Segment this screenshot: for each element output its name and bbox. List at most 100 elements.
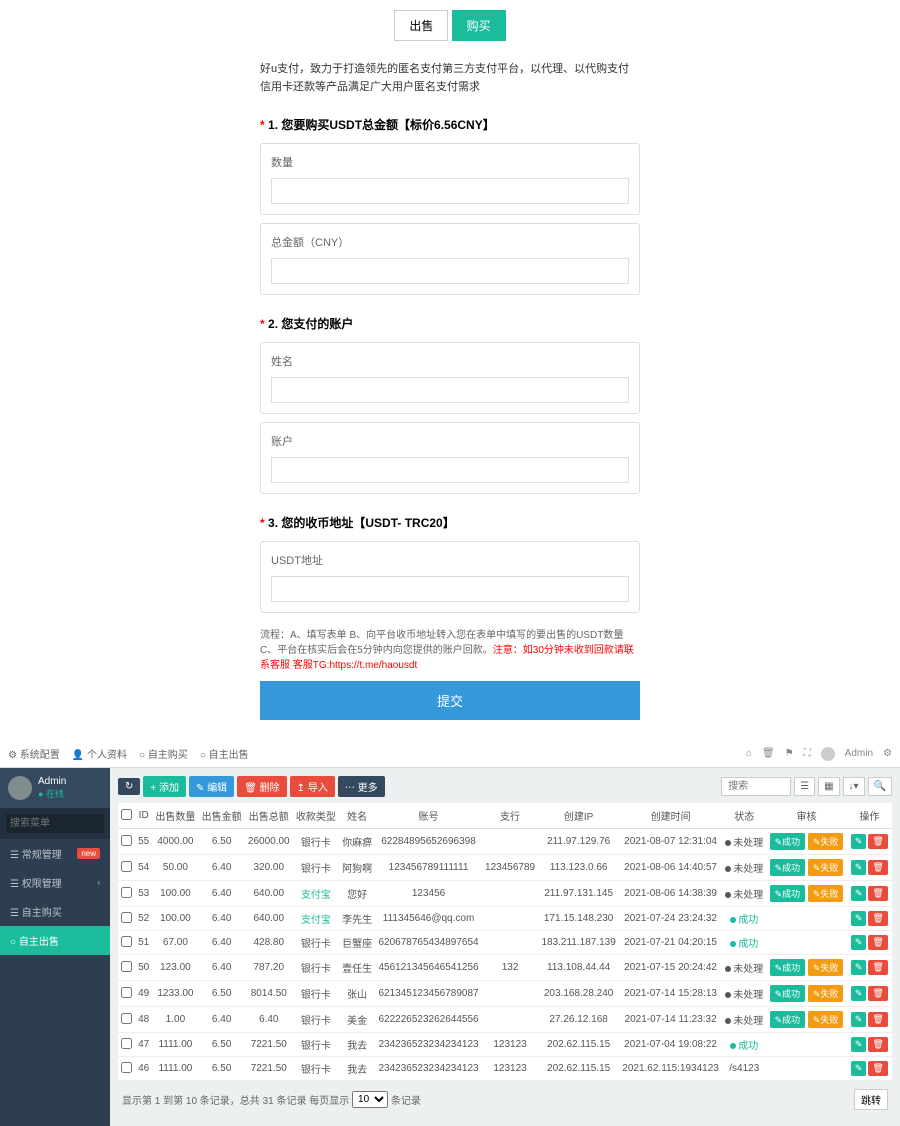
addr-input[interactable]	[271, 576, 629, 602]
row-edit[interactable]: ✎	[851, 935, 867, 950]
row-edit[interactable]: ✎	[851, 960, 867, 975]
qty-input[interactable]	[271, 178, 629, 204]
row-checkbox[interactable]	[121, 936, 132, 947]
online-status: ● 在线	[38, 787, 66, 800]
table-row: 554000.006.5026000.00银行卡你麻痹6228489565269…	[118, 829, 892, 855]
row-checkbox[interactable]	[121, 961, 132, 972]
view-grid-button[interactable]: ▦	[818, 777, 839, 796]
sidebar-item-自主出售[interactable]: ○ 自主出售	[0, 926, 110, 955]
col-header: 创建时间	[619, 803, 722, 829]
table-row: 481.006.406.40银行卡美金62222652326264455627.…	[118, 1007, 892, 1033]
row-delete[interactable]: 🗑	[868, 886, 887, 901]
amount-input[interactable]	[271, 258, 629, 284]
menu-search[interactable]	[6, 814, 104, 833]
audit-success[interactable]: ✎成功	[770, 833, 806, 850]
row-checkbox[interactable]	[121, 1013, 132, 1024]
nav-profile[interactable]: 👤 个人资料	[72, 746, 127, 761]
toolbar: ↻ + 添加 ✎ 编辑 🗑 删除 ↥ 导入 ⋯ 更多 ☰ ▦ ↓▾ 🔍	[118, 776, 892, 797]
avatar-icon[interactable]	[821, 747, 835, 761]
flag-icon[interactable]: ⚑	[785, 748, 794, 759]
audit-fail[interactable]: ✎失败	[808, 1011, 844, 1028]
audit-fail[interactable]: ✎失败	[808, 959, 844, 976]
row-delete[interactable]: 🗑	[868, 986, 887, 1001]
audit-success[interactable]: ✎成功	[770, 985, 806, 1002]
import-button[interactable]: ↥ 导入	[290, 776, 335, 797]
nav-sysconfig[interactable]: ⚙ 系统配置	[8, 746, 60, 761]
row-edit[interactable]: ✎	[851, 986, 867, 1001]
col-header: 审核	[766, 803, 846, 829]
section-2-title: * 2. 您支付的账户	[260, 315, 640, 332]
row-delete[interactable]: 🗑	[868, 935, 887, 950]
row-checkbox[interactable]	[121, 987, 132, 998]
nav-sell[interactable]: ○ 自主出售	[200, 746, 249, 761]
pager-info: 显示第 1 到第 10 条记录，总共 31 条记录 每页显示	[122, 1092, 349, 1107]
audit-fail[interactable]: ✎失败	[808, 833, 844, 850]
audit-fail[interactable]: ✎失败	[808, 859, 844, 876]
sidebar: Admin ● 在线 ☰ 常规管理new☰ 权限管理‹☰ 自主购买○ 自主出售	[0, 768, 110, 1126]
row-edit[interactable]: ✎	[851, 1061, 867, 1076]
section-1-title: * 1. 您要购买USDT总金额【标价6.56CNY】	[260, 116, 640, 133]
flow-note: 流程：A、填写表单 B、向平台收币地址转入您在表单中填写的要出售的USDT数量 …	[260, 628, 640, 673]
submit-button[interactable]: 提交	[260, 681, 640, 720]
sidebar-item-权限管理[interactable]: ☰ 权限管理‹	[0, 868, 110, 897]
row-checkbox[interactable]	[121, 1038, 132, 1049]
topbar: ⚙ 系统配置 👤 个人资料 ○ 自主购买 ○ 自主出售 ⌂ 🗑 ⚑ ⛶ Admi…	[0, 740, 900, 768]
export-button[interactable]: ↓▾	[843, 777, 865, 796]
name-label: 姓名	[271, 353, 629, 369]
tab-sell[interactable]: 出售	[394, 10, 448, 41]
row-delete[interactable]: 🗑	[868, 834, 887, 849]
row-checkbox[interactable]	[121, 835, 132, 846]
select-all[interactable]	[121, 809, 132, 820]
home-icon[interactable]: ⌂	[746, 748, 752, 759]
row-edit[interactable]: ✎	[851, 860, 867, 875]
table-row: 50123.006.40787.20银行卡壹任生4561213456465412…	[118, 955, 892, 981]
name-input[interactable]	[271, 377, 629, 403]
audit-fail[interactable]: ✎失败	[808, 985, 844, 1002]
topbar-username[interactable]: Admin	[845, 748, 873, 759]
col-header: 收款类型	[293, 803, 339, 829]
row-edit[interactable]: ✎	[851, 1037, 867, 1052]
settings-icon[interactable]: ⚙	[883, 748, 892, 759]
row-delete[interactable]: 🗑	[868, 911, 887, 926]
audit-success[interactable]: ✎成功	[770, 885, 806, 902]
row-checkbox[interactable]	[121, 912, 132, 923]
tab-buy[interactable]: 购买	[452, 10, 506, 41]
row-checkbox[interactable]	[121, 861, 132, 872]
delete-button[interactable]: 🗑 删除	[237, 776, 286, 797]
row-checkbox[interactable]	[121, 887, 132, 898]
refresh-button[interactable]: ↻	[118, 778, 140, 795]
col-header: 出售总额	[245, 803, 293, 829]
account-input[interactable]	[271, 457, 629, 483]
view-list-button[interactable]: ☰	[794, 777, 815, 796]
row-delete[interactable]: 🗑	[868, 860, 887, 875]
row-delete[interactable]: 🗑	[868, 1061, 887, 1076]
jump-button[interactable]: 跳转	[854, 1089, 888, 1110]
row-delete[interactable]: 🗑	[868, 1012, 887, 1027]
row-edit[interactable]: ✎	[851, 834, 867, 849]
pagesize-select[interactable]: 10	[352, 1091, 388, 1108]
row-delete[interactable]: 🗑	[868, 1037, 887, 1052]
col-header: ID	[135, 803, 152, 829]
audit-success[interactable]: ✎成功	[770, 959, 806, 976]
row-edit[interactable]: ✎	[851, 886, 867, 901]
sidebar-item-常规管理[interactable]: ☰ 常规管理new	[0, 839, 110, 868]
trash-icon[interactable]: 🗑	[762, 748, 775, 759]
audit-success[interactable]: ✎成功	[770, 1011, 806, 1028]
audit-fail[interactable]: ✎失败	[808, 885, 844, 902]
col-header: 状态	[722, 803, 766, 829]
row-checkbox[interactable]	[121, 1062, 132, 1073]
expand-icon[interactable]: ⛶	[804, 748, 811, 759]
edit-button[interactable]: ✎ 编辑	[189, 776, 234, 797]
row-edit[interactable]: ✎	[851, 911, 867, 926]
more-button[interactable]: ⋯ 更多	[338, 776, 385, 797]
sidebar-item-自主购买[interactable]: ☰ 自主购买	[0, 897, 110, 926]
row-delete[interactable]: 🗑	[868, 960, 887, 975]
audit-success[interactable]: ✎成功	[770, 859, 806, 876]
add-button[interactable]: + 添加	[143, 776, 186, 797]
search-input[interactable]	[721, 777, 791, 796]
search-button[interactable]: 🔍	[868, 777, 892, 796]
col-header: 账号	[375, 803, 482, 829]
nav-buy[interactable]: ○ 自主购买	[139, 746, 188, 761]
col-header: 姓名	[339, 803, 375, 829]
row-edit[interactable]: ✎	[851, 1012, 867, 1027]
